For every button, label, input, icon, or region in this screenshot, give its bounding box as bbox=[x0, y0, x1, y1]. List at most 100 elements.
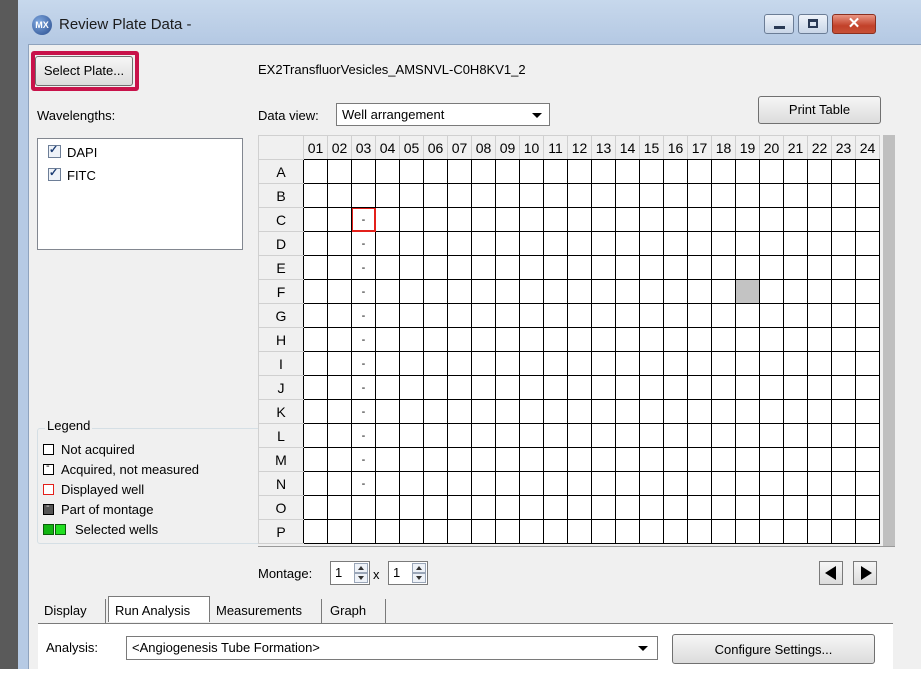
well-cell[interactable] bbox=[639, 519, 664, 544]
well-cell[interactable] bbox=[639, 447, 664, 472]
well-cell[interactable] bbox=[735, 327, 760, 352]
column-header[interactable]: 15 bbox=[639, 135, 664, 160]
well-cell[interactable] bbox=[831, 519, 856, 544]
tab-measurements[interactable]: Measurements bbox=[210, 599, 322, 623]
well-cell[interactable] bbox=[375, 231, 400, 256]
well-cell[interactable] bbox=[303, 447, 328, 472]
well-cell[interactable] bbox=[543, 231, 568, 256]
well-cell[interactable] bbox=[447, 183, 472, 208]
column-header[interactable]: 17 bbox=[687, 135, 712, 160]
well-cell[interactable] bbox=[399, 279, 424, 304]
well-cell[interactable] bbox=[471, 399, 496, 424]
well-cell[interactable] bbox=[423, 351, 448, 376]
well-cell[interactable] bbox=[591, 423, 616, 448]
well-cell[interactable] bbox=[855, 519, 880, 544]
well-cell[interactable] bbox=[591, 519, 616, 544]
well-cell[interactable] bbox=[375, 519, 400, 544]
well-cell[interactable] bbox=[591, 327, 616, 352]
well-cell[interactable] bbox=[447, 519, 472, 544]
well-cell[interactable] bbox=[735, 231, 760, 256]
well-cell[interactable] bbox=[351, 159, 376, 184]
well-cell[interactable] bbox=[591, 375, 616, 400]
well-cell[interactable] bbox=[735, 375, 760, 400]
well-cell[interactable] bbox=[423, 399, 448, 424]
well-cell[interactable] bbox=[855, 447, 880, 472]
well-cell[interactable] bbox=[399, 255, 424, 280]
tab-graph[interactable]: Graph bbox=[324, 599, 386, 623]
well-cell[interactable] bbox=[471, 255, 496, 280]
checkbox-checked-icon[interactable] bbox=[48, 166, 61, 181]
well-cell[interactable] bbox=[687, 495, 712, 520]
well-cell[interactable] bbox=[639, 183, 664, 208]
well-cell[interactable] bbox=[711, 159, 736, 184]
well-cell[interactable] bbox=[615, 447, 640, 472]
well-cell[interactable] bbox=[327, 183, 352, 208]
well-cell[interactable] bbox=[759, 423, 784, 448]
well-cell[interactable] bbox=[327, 207, 352, 232]
well-cell[interactable] bbox=[591, 255, 616, 280]
well-cell[interactable] bbox=[735, 447, 760, 472]
well-cell[interactable] bbox=[615, 495, 640, 520]
well-cell[interactable] bbox=[735, 255, 760, 280]
well-cell[interactable] bbox=[327, 375, 352, 400]
well-cell[interactable] bbox=[615, 423, 640, 448]
well-cell[interactable] bbox=[471, 495, 496, 520]
well-cell[interactable] bbox=[519, 231, 544, 256]
well-cell[interactable] bbox=[399, 327, 424, 352]
well-cell[interactable] bbox=[375, 327, 400, 352]
well-cell[interactable] bbox=[807, 447, 832, 472]
well-cell[interactable] bbox=[615, 279, 640, 304]
well-cell[interactable] bbox=[831, 495, 856, 520]
well-cell[interactable] bbox=[663, 519, 688, 544]
well-cell[interactable] bbox=[471, 159, 496, 184]
well-cell[interactable] bbox=[783, 471, 808, 496]
well-cell[interactable] bbox=[615, 207, 640, 232]
well-cell[interactable] bbox=[687, 279, 712, 304]
column-header[interactable]: 03 bbox=[351, 135, 376, 160]
well-cell[interactable]: - bbox=[351, 399, 376, 424]
well-cell[interactable] bbox=[663, 423, 688, 448]
well-cell[interactable] bbox=[471, 447, 496, 472]
well-cell[interactable] bbox=[759, 471, 784, 496]
well-cell[interactable] bbox=[303, 375, 328, 400]
well-cell[interactable] bbox=[591, 159, 616, 184]
well-cell[interactable] bbox=[495, 375, 520, 400]
well-cell[interactable] bbox=[855, 303, 880, 328]
close-button[interactable]: ✕ bbox=[832, 14, 876, 34]
well-cell[interactable] bbox=[375, 447, 400, 472]
well-cell[interactable] bbox=[543, 519, 568, 544]
well-cell[interactable] bbox=[471, 423, 496, 448]
well-cell[interactable] bbox=[375, 255, 400, 280]
well-cell[interactable] bbox=[831, 447, 856, 472]
row-header[interactable]: K bbox=[258, 399, 304, 424]
well-cell[interactable] bbox=[855, 327, 880, 352]
well-cell[interactable] bbox=[639, 279, 664, 304]
column-header[interactable]: 19 bbox=[735, 135, 760, 160]
well-cell[interactable] bbox=[615, 303, 640, 328]
well-cell[interactable] bbox=[639, 423, 664, 448]
well-cell[interactable] bbox=[423, 495, 448, 520]
well-cell[interactable] bbox=[543, 327, 568, 352]
row-header[interactable]: A bbox=[258, 159, 304, 184]
well-cell[interactable] bbox=[519, 423, 544, 448]
well-cell[interactable] bbox=[687, 375, 712, 400]
well-cell[interactable] bbox=[711, 327, 736, 352]
well-cell[interactable] bbox=[351, 495, 376, 520]
column-header[interactable]: 12 bbox=[567, 135, 592, 160]
well-cell[interactable] bbox=[711, 375, 736, 400]
well-cell[interactable] bbox=[375, 207, 400, 232]
row-header[interactable]: M bbox=[258, 447, 304, 472]
well-cell[interactable] bbox=[783, 255, 808, 280]
well-cell[interactable] bbox=[567, 519, 592, 544]
well-cell[interactable] bbox=[327, 399, 352, 424]
well-cell[interactable] bbox=[687, 159, 712, 184]
well-cell[interactable] bbox=[543, 183, 568, 208]
well-cell[interactable] bbox=[615, 327, 640, 352]
well-cell[interactable] bbox=[807, 231, 832, 256]
well-cell[interactable] bbox=[711, 423, 736, 448]
well-cell[interactable] bbox=[399, 159, 424, 184]
well-cell[interactable] bbox=[495, 303, 520, 328]
well-cell[interactable] bbox=[615, 399, 640, 424]
well-cell[interactable] bbox=[687, 303, 712, 328]
spin-up-icon[interactable] bbox=[354, 563, 368, 573]
